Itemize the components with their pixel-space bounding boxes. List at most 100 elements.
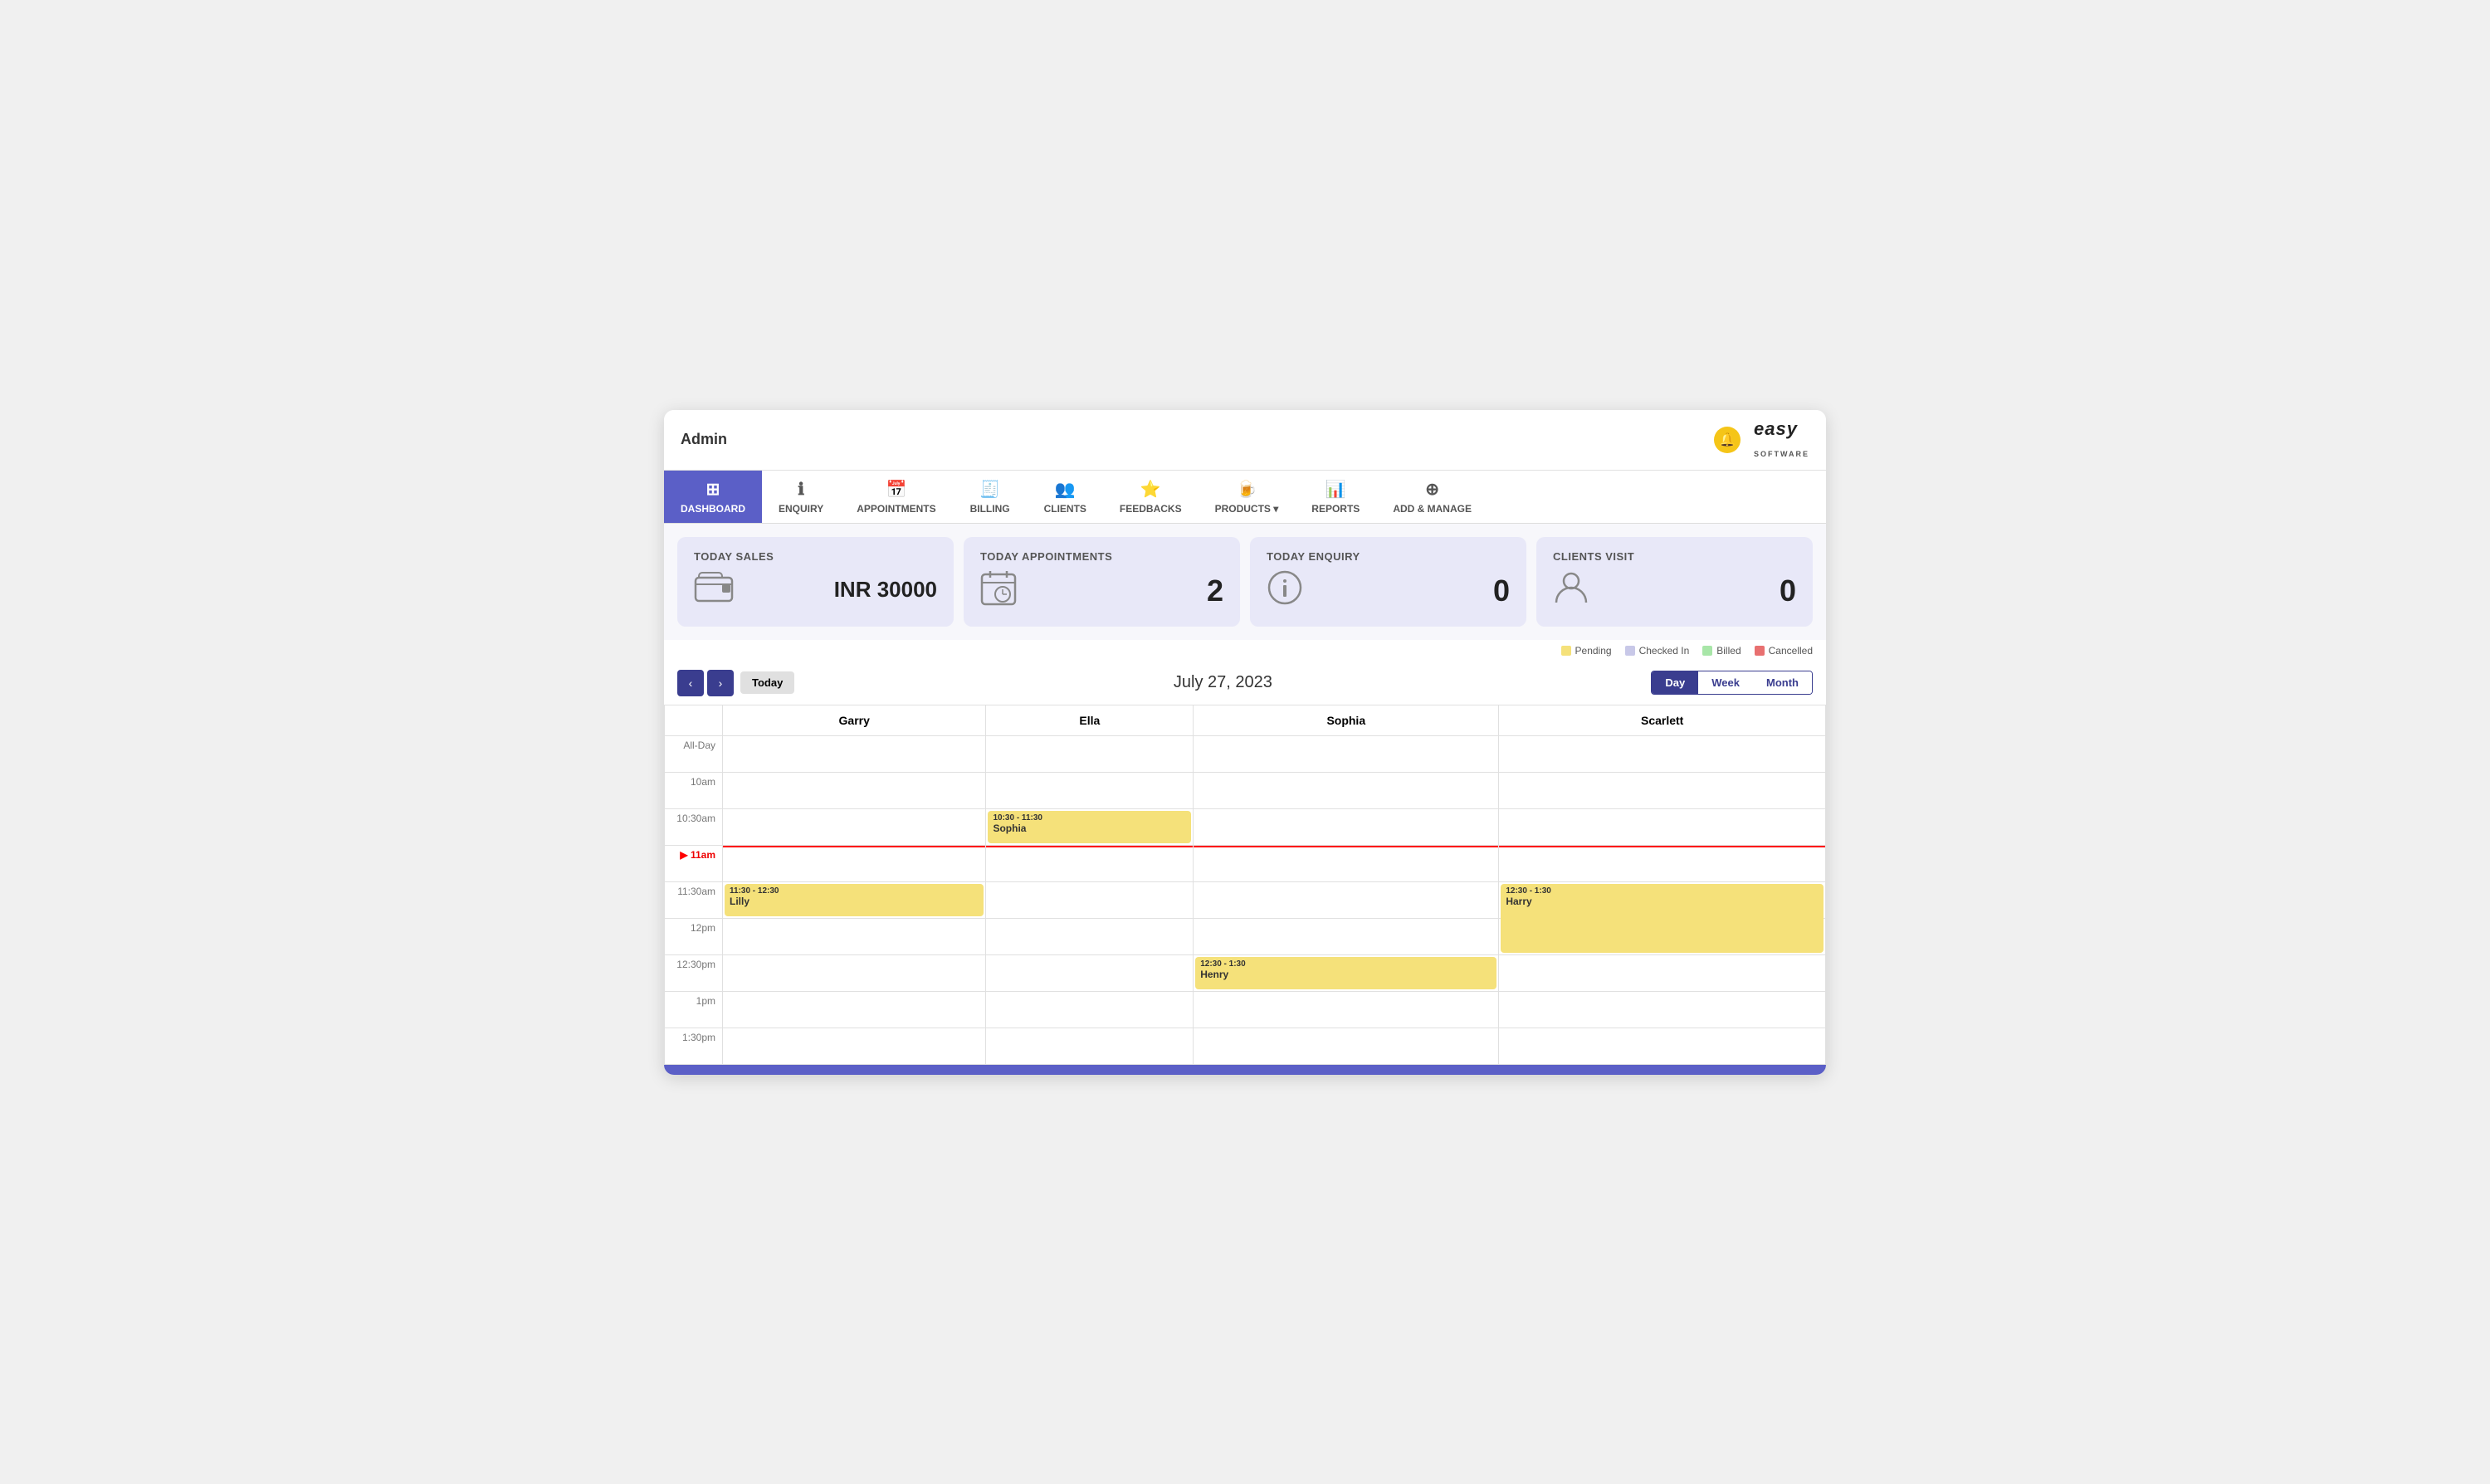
top-bar: Admin 🔔 easy SOFTWARE <box>664 410 1826 471</box>
cell-10am-sophia[interactable] <box>1194 772 1499 808</box>
cal-view-month[interactable]: Month <box>1753 671 1812 694</box>
cell-1030am-ella[interactable]: 10:30 - 11:30 Sophia <box>986 808 1194 845</box>
time-row-1130am: 11:30am 11:30 - 12:30 Lilly 12:30 - 1:30… <box>665 881 1826 918</box>
time-header <box>665 705 723 735</box>
cell-12pm-sophia[interactable] <box>1194 918 1499 954</box>
cell-11am-garry[interactable] <box>723 845 986 881</box>
notification-bell-icon[interactable]: 🔔 <box>1714 427 1741 453</box>
time-indicator-line-scarlett <box>1499 846 1825 847</box>
event-harry-scarlett[interactable]: 12:30 - 1:30 Harry <box>1501 884 1824 953</box>
nav-add-manage-label: ADD & MANAGE <box>1393 503 1472 515</box>
time-row-1030am: 10:30am 10:30 - 11:30 Sophia <box>665 808 1826 845</box>
cell-1230pm-sophia[interactable]: 12:30 - 1:30 Henry <box>1194 954 1499 991</box>
cell-1pm-scarlett[interactable] <box>1499 991 1826 1028</box>
cell-1130am-garry[interactable]: 11:30 - 12:30 Lilly <box>723 881 986 918</box>
cell-1230pm-ella[interactable] <box>986 954 1194 991</box>
wallet-icon <box>694 569 734 610</box>
nav-reports[interactable]: 📊 REPORTS <box>1295 471 1376 523</box>
stat-today-enquiry-title: TODAY ENQUIRY <box>1267 550 1510 563</box>
nav-feedbacks[interactable]: ⭐ FEEDBACKS <box>1103 471 1199 523</box>
legend-cancelled-label: Cancelled <box>1769 645 1813 657</box>
nav-billing-label: BILLING <box>970 503 1010 515</box>
nav-reports-label: REPORTS <box>1311 503 1360 515</box>
cell-allday-sophia[interactable] <box>1194 735 1499 772</box>
event-sophia-ella-time: 10:30 - 11:30 <box>993 813 1186 823</box>
stat-today-enquiry: TODAY ENQUIRY 0 <box>1250 537 1526 627</box>
cell-1230pm-garry[interactable] <box>723 954 986 991</box>
cell-130pm-sophia[interactable] <box>1194 1028 1499 1064</box>
event-lilly-garry-time: 11:30 - 12:30 <box>730 886 979 896</box>
cell-10am-scarlett[interactable] <box>1499 772 1826 808</box>
nav-bar: ⊞ DASHBOARD ℹ ENQUIRY 📅 APPOINTMENTS 🧾 B… <box>664 471 1826 524</box>
info-circle-icon <box>1267 569 1303 613</box>
nav-dashboard[interactable]: ⊞ DASHBOARD <box>664 471 762 523</box>
time-row-1pm: 1pm <box>665 991 1826 1028</box>
cell-10am-ella[interactable] <box>986 772 1194 808</box>
nav-enquiry[interactable]: ℹ ENQUIRY <box>762 471 840 523</box>
stat-today-appointments: TODAY APPOINTMENTS 2 <box>964 537 1240 627</box>
time-indicator-line-sophia <box>1194 846 1498 847</box>
cell-12pm-ella[interactable] <box>986 918 1194 954</box>
cell-130pm-garry[interactable] <box>723 1028 986 1064</box>
time-row-allday: All-Day <box>665 735 1826 772</box>
nav-enquiry-label: ENQUIRY <box>779 503 823 515</box>
cell-11am-ella[interactable] <box>986 845 1194 881</box>
cal-today-button[interactable]: Today <box>740 671 794 694</box>
stat-today-sales-title: TODAY SALES <box>694 550 937 563</box>
cell-1pm-ella[interactable] <box>986 991 1194 1028</box>
cal-prev-btn[interactable]: ‹ <box>677 670 704 696</box>
cell-1130am-sophia[interactable] <box>1194 881 1499 918</box>
event-henry-sophia-time: 12:30 - 1:30 <box>1200 959 1492 969</box>
legend-checked-in-label: Checked In <box>1639 645 1690 657</box>
staff-header-garry: Garry <box>723 705 986 735</box>
event-henry-sophia[interactable]: 12:30 - 1:30 Henry <box>1195 957 1496 989</box>
cell-11am-sophia[interactable] <box>1194 845 1499 881</box>
nav-add-manage[interactable]: ⊕ ADD & MANAGE <box>1376 471 1488 523</box>
cal-view-week[interactable]: Week <box>1698 671 1753 694</box>
legend-billed-dot <box>1702 646 1712 656</box>
cell-1030am-scarlett[interactable] <box>1499 808 1826 845</box>
cell-12pm-garry[interactable] <box>723 918 986 954</box>
cell-allday-scarlett[interactable] <box>1499 735 1826 772</box>
cell-allday-garry[interactable] <box>723 735 986 772</box>
cell-10am-garry[interactable] <box>723 772 986 808</box>
cell-1030am-garry[interactable] <box>723 808 986 845</box>
cell-130pm-scarlett[interactable] <box>1499 1028 1826 1064</box>
time-label-allday: All-Day <box>665 735 723 772</box>
event-henry-sophia-name: Henry <box>1200 969 1492 980</box>
cell-1230pm-scarlett[interactable] <box>1499 954 1826 991</box>
calendar-clock-icon <box>980 569 1017 613</box>
cell-1130am-scarlett[interactable]: 12:30 - 1:30 Harry <box>1499 881 1826 918</box>
time-label-1230pm: 12:30pm <box>665 954 723 991</box>
cell-130pm-ella[interactable] <box>986 1028 1194 1064</box>
billing-icon: 🧾 <box>979 479 1000 500</box>
cell-11am-scarlett[interactable] <box>1499 845 1826 881</box>
event-harry-scarlett-time: 12:30 - 1:30 <box>1506 886 1819 896</box>
app-title: Admin <box>681 431 727 448</box>
cal-nav-group: ‹ › Today <box>677 670 794 696</box>
time-row-1230pm: 12:30pm 12:30 - 1:30 Henry <box>665 954 1826 991</box>
nav-clients[interactable]: 👥 CLIENTS <box>1028 471 1103 523</box>
stat-clients-visit-value: 0 <box>1780 574 1796 608</box>
cell-1130am-ella[interactable] <box>986 881 1194 918</box>
cell-1030am-sophia[interactable] <box>1194 808 1499 845</box>
event-lilly-garry[interactable]: 11:30 - 12:30 Lilly <box>725 884 984 916</box>
feedbacks-icon: ⭐ <box>1140 479 1161 500</box>
cal-view-day[interactable]: Day <box>1652 671 1698 694</box>
nav-appointments[interactable]: 📅 APPOINTMENTS <box>840 471 952 523</box>
appointments-icon: 📅 <box>886 479 906 500</box>
event-lilly-garry-name: Lilly <box>730 896 979 907</box>
cal-next-btn[interactable]: › <box>707 670 734 696</box>
calendar-controls: ‹ › Today July 27, 2023 Day Week Month <box>664 661 1826 705</box>
nav-products[interactable]: 🍺 PRODUCTS ▾ <box>1199 471 1296 523</box>
stat-today-enquiry-body: 0 <box>1267 569 1510 613</box>
cell-1pm-garry[interactable] <box>723 991 986 1028</box>
time-row-11am: ▶ 11am <box>665 845 1826 881</box>
dashboard-icon: ⊞ <box>706 479 720 500</box>
nav-billing[interactable]: 🧾 BILLING <box>953 471 1028 523</box>
stat-clients-visit: CLIENTS VISIT 0 <box>1536 537 1813 627</box>
nav-clients-label: CLIENTS <box>1044 503 1086 515</box>
event-sophia-ella[interactable]: 10:30 - 11:30 Sophia <box>988 811 1191 843</box>
cell-allday-ella[interactable] <box>986 735 1194 772</box>
cell-1pm-sophia[interactable] <box>1194 991 1499 1028</box>
